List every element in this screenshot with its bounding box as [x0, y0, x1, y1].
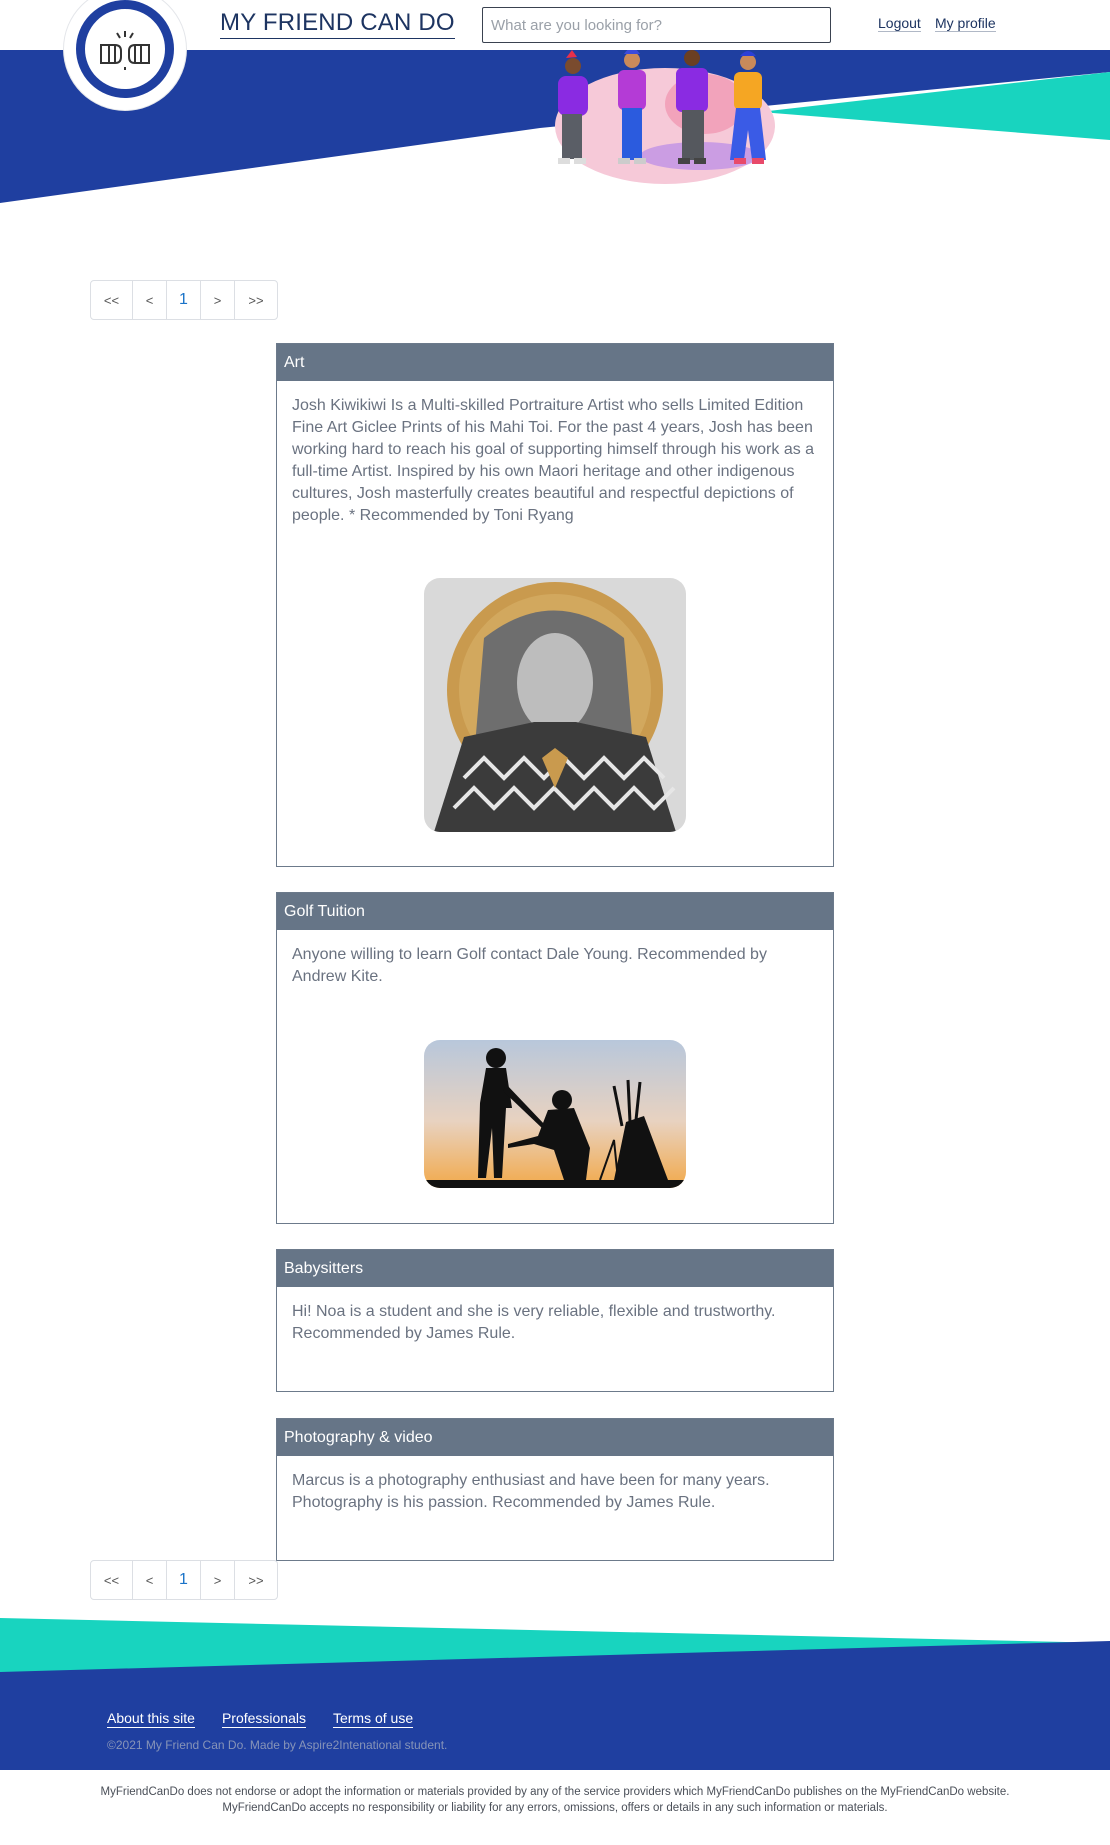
card-description: Hi! Noa is a student and she is very rel…	[292, 1303, 776, 1342]
terms-link[interactable]: Terms of use	[332, 1710, 414, 1728]
last-page-button[interactable]: >>	[235, 281, 277, 319]
next-page-button[interactable]: >	[201, 1561, 235, 1599]
prev-page-button[interactable]: <	[133, 281, 167, 319]
footer-links: About this site Professionals Terms of u…	[107, 1710, 414, 1728]
first-page-button[interactable]: <<	[91, 1561, 133, 1599]
first-page-button[interactable]: <<	[91, 281, 133, 319]
card-title: Babysitters	[277, 1250, 833, 1287]
about-link[interactable]: About this site	[107, 1710, 195, 1728]
logout-link[interactable]: Logout	[878, 15, 921, 32]
current-page-button[interactable]: 1	[167, 1561, 201, 1599]
card-title: Art	[277, 344, 833, 381]
disclaimer-text: MyFriendCanDo does not endorse or adopt …	[100, 1786, 1010, 1814]
fist-bump-icon	[100, 31, 150, 70]
artwork-image	[424, 578, 686, 832]
search-input[interactable]	[482, 7, 831, 43]
listing-card: Photography & video Marcus is a photogra…	[276, 1418, 834, 1561]
listing-card: Babysitters Hi! Noa is a student and she…	[276, 1249, 834, 1392]
card-description: Josh Kiwikiwi Is a Multi-skilled Portrai…	[292, 397, 815, 524]
pagination-bottom: << < 1 > >>	[90, 1560, 278, 1600]
golf-image	[424, 1040, 686, 1188]
site-title-link[interactable]: MY FRIEND CAN DO	[220, 9, 455, 39]
prev-page-button[interactable]: <	[133, 1561, 167, 1599]
card-description: Marcus is a photography enthusiast and h…	[292, 1472, 770, 1511]
hero-people-illustration	[555, 48, 775, 184]
current-page-button[interactable]: 1	[167, 281, 201, 319]
listing-card: Art Josh Kiwikiwi Is a Multi-skilled Por…	[276, 343, 834, 867]
professionals-link[interactable]: Professionals	[221, 1710, 306, 1728]
pagination-top: << < 1 > >>	[90, 280, 278, 320]
copyright-text: ©2021 My Friend Can Do. Made by Aspire2I…	[107, 1738, 448, 1752]
card-title: Photography & video	[277, 1419, 833, 1456]
card-description: Anyone willing to learn Golf contact Dal…	[292, 946, 767, 985]
my-profile-link[interactable]: My profile	[935, 15, 996, 32]
next-page-button[interactable]: >	[201, 281, 235, 319]
last-page-button[interactable]: >>	[235, 1561, 277, 1599]
card-title: Golf Tuition	[277, 893, 833, 930]
listing-card: Golf Tuition Anyone willing to learn Gol…	[276, 892, 834, 1224]
